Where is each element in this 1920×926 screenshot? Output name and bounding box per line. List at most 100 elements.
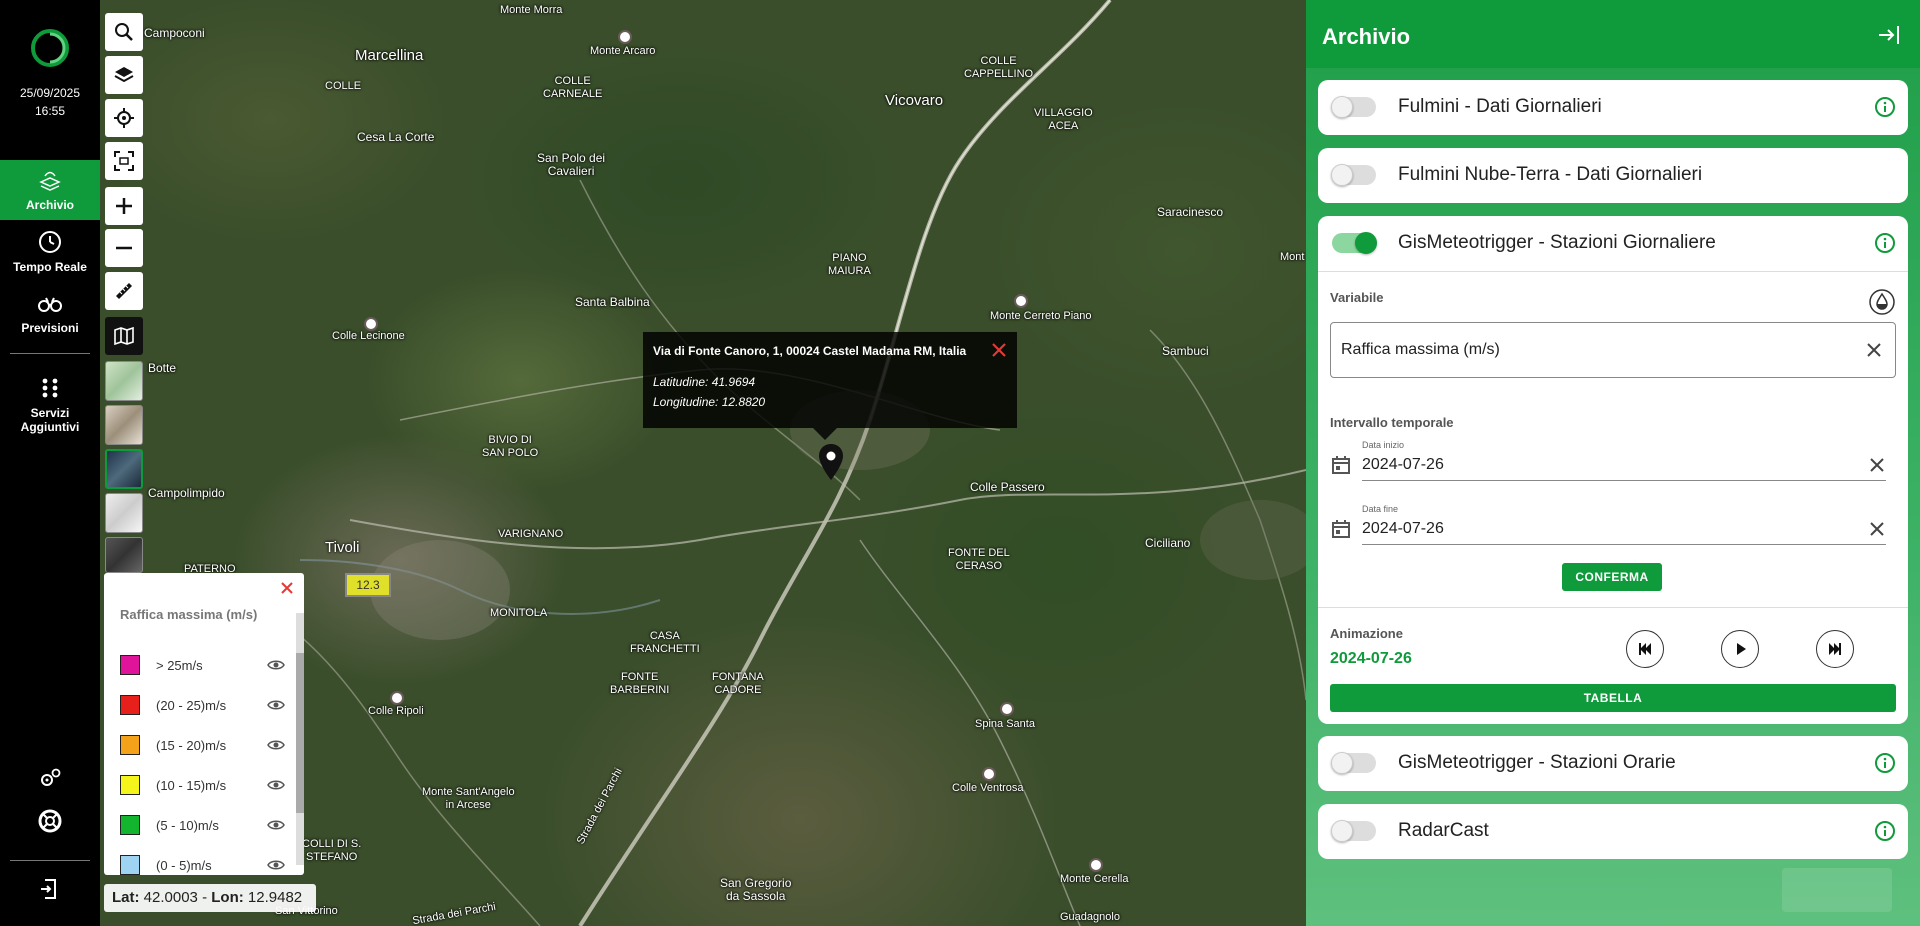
- visibility-eye-icon[interactable]: [267, 656, 285, 674]
- card-divider: [1318, 271, 1908, 272]
- nav-item-tempo-reale[interactable]: Tempo Reale: [0, 222, 100, 282]
- animation-last-button[interactable]: [1816, 630, 1854, 668]
- map-place-label: San Gregorio da Sassola: [720, 876, 792, 903]
- legend-scrollbar[interactable]: [296, 613, 304, 865]
- map-place-label: Monte Cerella: [1060, 873, 1129, 885]
- basemap-thumbnail-dark[interactable]: [105, 537, 143, 573]
- map-poi-marker: [364, 317, 378, 331]
- basemap-selector-button[interactable]: [105, 317, 143, 355]
- basemap-thumbnail-topo[interactable]: [105, 361, 143, 401]
- legend-row: (20 - 25)m/s: [120, 693, 285, 717]
- legend-row: (10 - 15)m/s: [120, 773, 285, 797]
- help-button[interactable]: [0, 808, 100, 839]
- info-icon[interactable]: [1874, 820, 1896, 842]
- opacity-drop-icon[interactable]: [1868, 288, 1896, 316]
- logout-icon: [41, 879, 56, 899]
- cursor-coordinates: Lat: 42.0003 - Lon: 12.9482: [104, 884, 316, 912]
- confirm-button[interactable]: CONFERMA: [1562, 563, 1662, 591]
- map-place-label: Sambuci: [1162, 344, 1209, 358]
- map-measure-button[interactable]: [105, 272, 143, 310]
- collapse-panel-icon[interactable]: [1876, 22, 1902, 48]
- nav-item-previsioni[interactable]: Previsioni: [0, 283, 100, 343]
- location-popup: Via di Fonte Canoro, 1, 00024 Castel Mad…: [643, 332, 1017, 440]
- toggle-knob: [1331, 752, 1353, 774]
- nav-item-servizi-aggiuntivi[interactable]: Servizi Aggiuntivi: [0, 368, 100, 434]
- basemap-thumbnail-satellite[interactable]: [105, 449, 143, 489]
- visibility-eye-icon[interactable]: [267, 736, 285, 754]
- variable-select[interactable]: Raffica massima (m/s): [1330, 322, 1896, 378]
- map-place-label: FONTANA CADORE: [712, 671, 764, 696]
- archive-icon: [39, 171, 61, 191]
- legend-swatch: [120, 815, 140, 835]
- popup-latitude: Latitudine: 41.9694: [653, 375, 756, 389]
- basemap-thumbnail-light[interactable]: [105, 493, 143, 533]
- visibility-eye-icon[interactable]: [267, 776, 285, 794]
- nav-item-archivio[interactable]: Archivio: [0, 160, 100, 220]
- legend-close-icon[interactable]: [278, 579, 296, 597]
- animation-play-button[interactable]: [1721, 630, 1759, 668]
- layer-card: RadarCast: [1318, 804, 1908, 859]
- field-underline: [1362, 544, 1886, 545]
- nav-divider: [10, 353, 90, 354]
- map-poi-marker: [618, 30, 632, 44]
- info-icon[interactable]: [1874, 752, 1896, 774]
- map-zoom-in-button[interactable]: [105, 187, 143, 225]
- legend-label: > 25m/s: [156, 657, 203, 673]
- settings-button[interactable]: [0, 765, 100, 796]
- map-poi-marker: [982, 767, 996, 781]
- layer-toggle[interactable]: [1331, 96, 1376, 118]
- archive-panel: Archivio Fulmini - Dati Giornalieri Fulm…: [1306, 0, 1920, 926]
- info-icon[interactable]: [1874, 96, 1896, 118]
- popup-close-icon[interactable]: [989, 340, 1009, 360]
- station-value-marker[interactable]: 12.3: [345, 573, 391, 597]
- end-date-field[interactable]: Data fine 2024-07-26: [1330, 502, 1886, 546]
- legend-panel: Raffica massima (m/s) > 25m/s (20 - 25)m/…: [104, 573, 304, 875]
- map-place-label: BIVIO DI SAN POLO: [482, 434, 539, 459]
- layer-toggle[interactable]: [1331, 752, 1376, 774]
- minus-icon: [116, 246, 132, 250]
- start-date-field[interactable]: Data inizio 2024-07-26: [1330, 438, 1886, 482]
- map-place-label: Colle Lecinone: [332, 330, 405, 342]
- info-icon[interactable]: [1874, 232, 1896, 254]
- panel-header: Archivio: [1306, 0, 1920, 68]
- animation-label: Animazione: [1330, 626, 1403, 641]
- app-logo: [31, 29, 69, 67]
- map-place-label: COLLE CARNEALE: [543, 75, 603, 100]
- map-locate-button[interactable]: [105, 99, 143, 137]
- legend-label: (15 - 20)m/s: [156, 737, 227, 753]
- animation-date: 2024-07-26: [1330, 650, 1412, 667]
- table-button[interactable]: TABELLA: [1330, 684, 1896, 712]
- map-place-label: COLLE CAPPELLINO: [964, 55, 1034, 80]
- map-layers-button[interactable]: [105, 56, 143, 94]
- legend-scroll-thumb[interactable]: [296, 653, 304, 813]
- map-place-label: Tivoli: [325, 539, 360, 556]
- clear-variable-icon[interactable]: [1865, 341, 1883, 359]
- popup-longitude: Longitudine: 12.8820: [653, 395, 766, 409]
- layer-toggle[interactable]: [1332, 232, 1377, 254]
- visibility-eye-icon[interactable]: [267, 696, 285, 714]
- map-fit-extent-button[interactable]: [105, 142, 143, 180]
- lat-label: Lat:: [112, 889, 140, 906]
- animation-first-button[interactable]: [1626, 630, 1664, 668]
- legend-label: (20 - 25)m/s: [156, 697, 227, 713]
- layer-toggle[interactable]: [1331, 820, 1376, 842]
- map-search-button[interactable]: [105, 13, 143, 51]
- basemap-thumbnail-terrain[interactable]: [105, 405, 143, 445]
- layer-toggle[interactable]: [1331, 164, 1376, 186]
- visibility-eye-icon[interactable]: [267, 856, 285, 874]
- map-place-label: Colle Ripoli: [368, 705, 424, 717]
- map-place-label: Monte Morra: [500, 4, 563, 16]
- current-time: 16:55: [34, 104, 66, 118]
- legend-swatch: [120, 735, 140, 755]
- legend-label: (0 - 5)m/s: [156, 857, 212, 873]
- nav-item-label: Servizi Aggiuntivi: [20, 406, 80, 434]
- map-place-label: MONITOLA: [490, 607, 548, 619]
- fit-screen-icon: [114, 151, 134, 171]
- map-place-label: Campolimpido: [148, 486, 225, 500]
- clear-end-date-icon[interactable]: [1868, 520, 1886, 538]
- map-place-label: Botte: [148, 361, 177, 375]
- visibility-eye-icon[interactable]: [267, 816, 285, 834]
- map-zoom-out-button[interactable]: [105, 229, 143, 267]
- logout-button[interactable]: [0, 876, 100, 907]
- clear-start-date-icon[interactable]: [1868, 456, 1886, 474]
